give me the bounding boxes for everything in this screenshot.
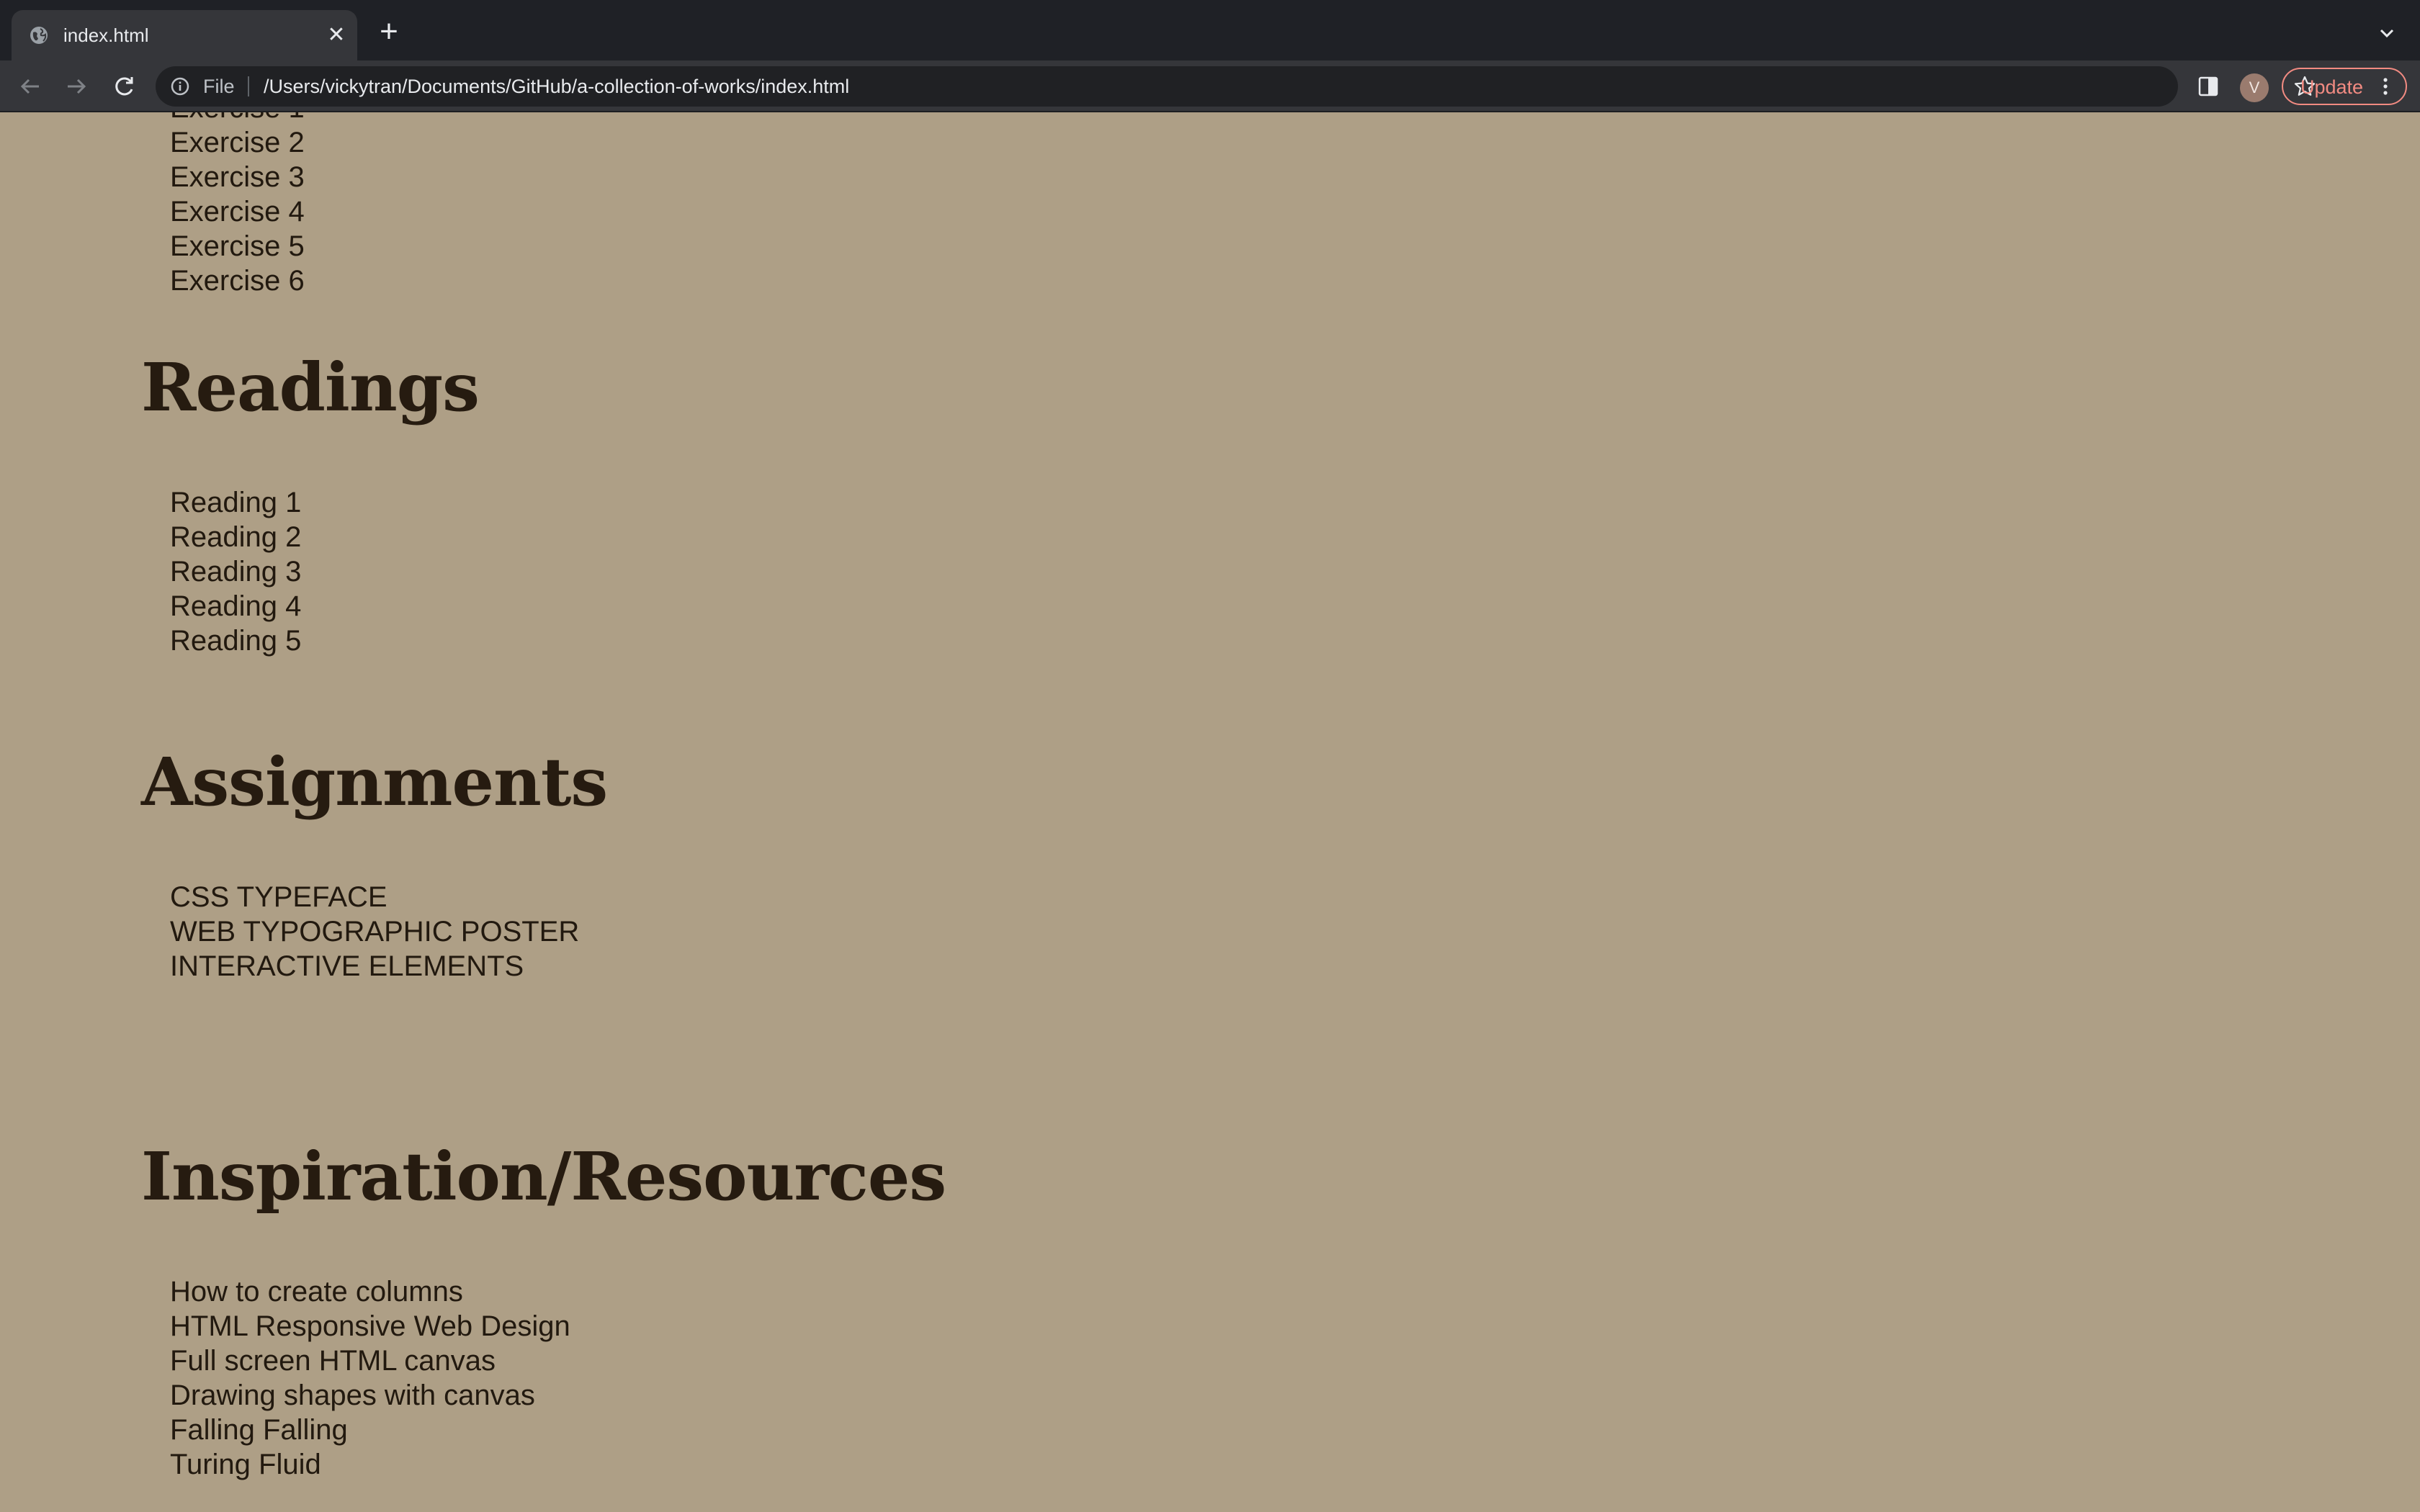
list-item[interactable]: Exercise 3 bbox=[170, 160, 305, 194]
profile-avatar[interactable]: V bbox=[2240, 73, 2269, 102]
inspiration-heading: Inspiration/Resources bbox=[141, 1138, 946, 1215]
readings-heading: Readings bbox=[141, 348, 480, 426]
update-label: Update bbox=[2300, 76, 2364, 98]
address-bar[interactable]: File /Users/vickytran/Documents/GitHub/a… bbox=[156, 66, 2316, 107]
list-item[interactable]: Exercise 1 bbox=[170, 112, 305, 125]
more-menu-icon[interactable] bbox=[2377, 76, 2394, 96]
tab-title: index.html bbox=[63, 24, 149, 46]
page-viewport: Exercise 1 Exercise 2 Exercise 3 Exercis… bbox=[0, 112, 2420, 1512]
list-item[interactable]: Exercise 4 bbox=[170, 194, 305, 229]
globe-icon bbox=[30, 27, 48, 44]
list-item[interactable]: Reading 4 bbox=[170, 589, 301, 624]
exercises-list: Exercise 1 Exercise 2 Exercise 3 Exercis… bbox=[170, 112, 305, 298]
list-item[interactable]: CSS TYPEFACE bbox=[170, 880, 579, 914]
list-item[interactable]: How to create columns bbox=[170, 1274, 570, 1309]
new-tab-icon[interactable]: + bbox=[375, 16, 403, 48]
info-icon[interactable] bbox=[170, 76, 190, 96]
list-item[interactable]: INTERACTIVE ELEMENTS bbox=[170, 949, 579, 984]
list-item[interactable]: HTML Responsive Web Design bbox=[170, 1309, 570, 1344]
list-item[interactable]: Drawing shapes with canvas bbox=[170, 1378, 570, 1413]
browser-tab[interactable]: index.html ✕ bbox=[12, 10, 357, 60]
assignments-heading: Assignments bbox=[141, 743, 608, 821]
list-item[interactable]: Exercise 6 bbox=[170, 264, 305, 298]
divider bbox=[248, 76, 249, 96]
inspiration-list: How to create columns HTML Responsive We… bbox=[170, 1274, 570, 1482]
list-item[interactable]: WEB TYPOGRAPHIC POSTER bbox=[170, 914, 579, 949]
list-item[interactable]: Turing Fluid bbox=[170, 1447, 570, 1482]
list-item[interactable]: Exercise 5 bbox=[170, 229, 305, 264]
assignments-list: CSS TYPEFACE WEB TYPOGRAPHIC POSTER INTE… bbox=[170, 880, 579, 984]
reload-icon[interactable] bbox=[109, 72, 138, 101]
list-item[interactable]: Exercise 2 bbox=[170, 125, 305, 160]
browser-toolbar: File /Users/vickytran/Documents/GitHub/a… bbox=[0, 60, 2420, 112]
chevron-down-icon[interactable] bbox=[2375, 22, 2398, 45]
scheme-label: File bbox=[203, 76, 235, 97]
list-item[interactable]: Reading 3 bbox=[170, 554, 301, 589]
list-item[interactable]: Reading 2 bbox=[170, 520, 301, 554]
readings-list: Reading 1 Reading 2 Reading 3 Reading 4 … bbox=[170, 485, 301, 658]
side-panel-icon[interactable] bbox=[2197, 75, 2220, 98]
back-arrow-icon[interactable] bbox=[16, 72, 45, 101]
list-item[interactable]: Reading 1 bbox=[170, 485, 301, 520]
list-item[interactable]: Falling Falling bbox=[170, 1413, 570, 1447]
forward-arrow-icon[interactable] bbox=[62, 72, 91, 101]
tab-strip: index.html ✕ + bbox=[0, 0, 2420, 60]
url-text[interactable]: /Users/vickytran/Documents/GitHub/a-coll… bbox=[264, 76, 849, 98]
update-button[interactable]: Update bbox=[2282, 68, 2407, 105]
close-tab-icon[interactable]: ✕ bbox=[324, 23, 349, 48]
list-item[interactable]: Reading 5 bbox=[170, 624, 301, 658]
list-item[interactable]: Full screen HTML canvas bbox=[170, 1344, 570, 1378]
